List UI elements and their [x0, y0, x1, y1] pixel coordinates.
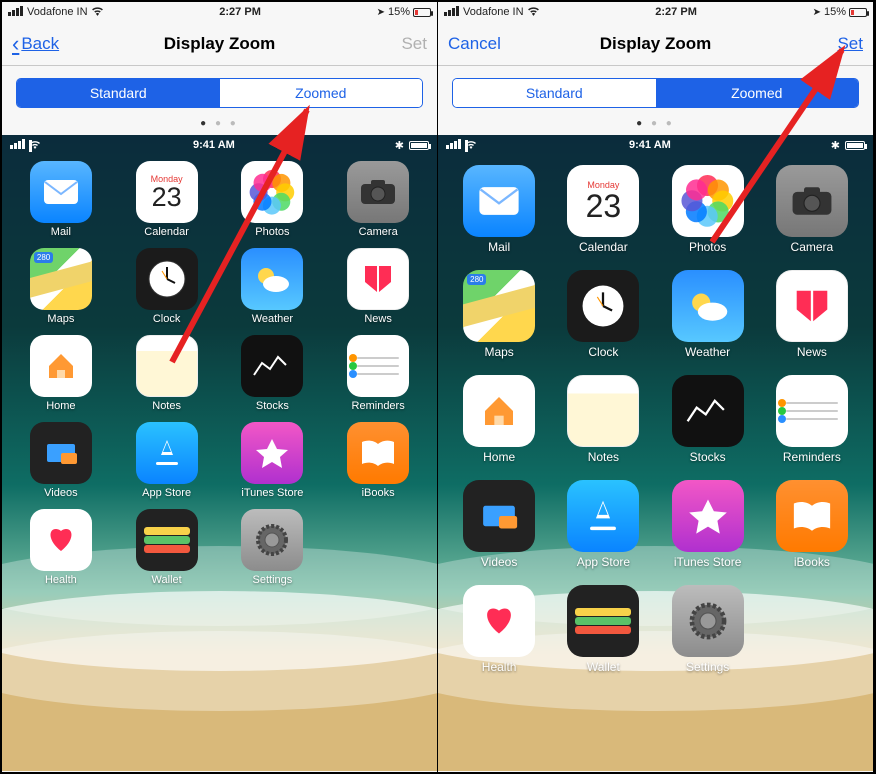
app-clock[interactable]: Clock — [556, 270, 650, 359]
nav-bar: Cancel Display Zoom Set — [438, 22, 873, 66]
app-wallet[interactable]: Wallet — [556, 585, 650, 674]
inner-battery-icon — [845, 141, 865, 150]
app-itunes[interactable]: iTunes Store — [661, 480, 755, 569]
app-camera[interactable]: Camera — [765, 165, 859, 254]
cellular-signal-icon — [444, 6, 460, 19]
battery-icon — [413, 8, 431, 17]
status-time: 2:27 PM — [655, 6, 697, 18]
preview-homescreen: 9:41 AM ✱ Mail Monday23Calendar Photos C… — [438, 135, 873, 771]
phone-right: Vodafone IN 2:27 PM ➤ 15% Cancel Display… — [438, 2, 874, 772]
carrier-label: Vodafone IN — [27, 6, 88, 18]
app-clock[interactable]: Clock — [118, 248, 216, 325]
app-itunes[interactable]: iTunes Store — [224, 422, 322, 499]
app-home[interactable]: Home — [12, 335, 110, 412]
app-calendar[interactable]: Monday23Calendar — [556, 165, 650, 254]
wifi-icon — [527, 6, 540, 19]
cancel-label: Cancel — [448, 34, 501, 54]
app-settings[interactable]: Settings — [224, 509, 322, 586]
segment-zoomed[interactable]: Zoomed — [220, 79, 423, 107]
segment-standard[interactable]: Standard — [17, 79, 220, 107]
app-reminders[interactable]: Reminders — [329, 335, 427, 412]
location-arrow-icon: ➤ — [813, 7, 821, 18]
zoom-segmented-control: Standard Zoomed — [16, 78, 423, 108]
app-videos[interactable]: Videos — [12, 422, 110, 499]
segment-standard[interactable]: Standard — [453, 79, 656, 107]
app-stocks[interactable]: Stocks — [224, 335, 322, 412]
bluetooth-icon: ✱ — [831, 139, 840, 152]
battery-icon — [849, 8, 867, 17]
app-mail[interactable]: Mail — [452, 165, 546, 254]
app-news[interactable]: News — [765, 270, 859, 359]
app-news[interactable]: News — [329, 248, 427, 325]
status-bar: Vodafone IN 2:27 PM ➤ 15% — [438, 2, 873, 22]
app-weather[interactable]: Weather — [661, 270, 755, 359]
wifi-icon — [91, 6, 104, 19]
phone-left: Vodafone IN 2:27 PM ➤ 15% ‹ Back Display… — [2, 2, 438, 772]
app-notes[interactable]: Notes — [556, 375, 650, 464]
cancel-button[interactable]: Cancel — [448, 34, 518, 54]
app-home[interactable]: Home — [452, 375, 546, 464]
cellular-signal-icon — [8, 6, 24, 19]
app-weather[interactable]: Weather — [224, 248, 322, 325]
back-label: Back — [21, 34, 59, 54]
app-maps[interactable]: Maps — [12, 248, 110, 325]
app-videos[interactable]: Videos — [452, 480, 546, 569]
app-ibooks[interactable]: iBooks — [329, 422, 427, 499]
inner-signal-icon — [446, 139, 469, 152]
battery-percent: 15% — [388, 6, 410, 18]
back-button[interactable]: ‹ Back — [12, 33, 82, 55]
app-notes[interactable]: Notes — [118, 335, 216, 412]
app-health[interactable]: Health — [452, 585, 546, 674]
bluetooth-icon: ✱ — [395, 139, 404, 152]
app-camera[interactable]: Camera — [329, 161, 427, 238]
page-dots: ● ● ● — [2, 114, 437, 135]
nav-bar: ‹ Back Display Zoom Set — [2, 22, 437, 66]
status-time: 2:27 PM — [219, 6, 261, 18]
segment-zoomed[interactable]: Zoomed — [656, 79, 859, 107]
app-reminders[interactable]: Reminders — [765, 375, 859, 464]
page-dots: ● ● ● — [438, 114, 873, 135]
location-arrow-icon: ➤ — [377, 7, 385, 18]
inner-signal-icon — [10, 139, 33, 152]
set-button[interactable]: Set — [357, 34, 427, 54]
set-button[interactable]: Set — [793, 34, 863, 54]
zoom-segmented-control: Standard Zoomed — [452, 78, 859, 108]
app-ibooks[interactable]: iBooks — [765, 480, 859, 569]
preview-homescreen: 9:41 AM ✱ Mail Monday23Calendar Photos C… — [2, 135, 437, 771]
set-label: Set — [837, 34, 863, 54]
app-mail[interactable]: Mail — [12, 161, 110, 238]
app-maps[interactable]: Maps — [452, 270, 546, 359]
app-photos[interactable]: Photos — [661, 165, 755, 254]
app-health[interactable]: Health — [12, 509, 110, 586]
status-bar: Vodafone IN 2:27 PM ➤ 15% — [2, 2, 437, 22]
app-appstore[interactable]: App Store — [118, 422, 216, 499]
inner-battery-icon — [409, 141, 429, 150]
set-label: Set — [401, 34, 427, 54]
battery-percent: 15% — [824, 6, 846, 18]
app-calendar[interactable]: Monday23Calendar — [118, 161, 216, 238]
inner-time: 9:41 AM — [629, 139, 671, 151]
app-wallet[interactable]: Wallet — [118, 509, 216, 586]
inner-time: 9:41 AM — [193, 139, 235, 151]
app-settings[interactable]: Settings — [661, 585, 755, 674]
app-appstore[interactable]: App Store — [556, 480, 650, 569]
app-photos[interactable]: Photos — [224, 161, 322, 238]
app-stocks[interactable]: Stocks — [661, 375, 755, 464]
carrier-label: Vodafone IN — [463, 6, 524, 18]
chevron-left-icon: ‹ — [12, 33, 19, 55]
